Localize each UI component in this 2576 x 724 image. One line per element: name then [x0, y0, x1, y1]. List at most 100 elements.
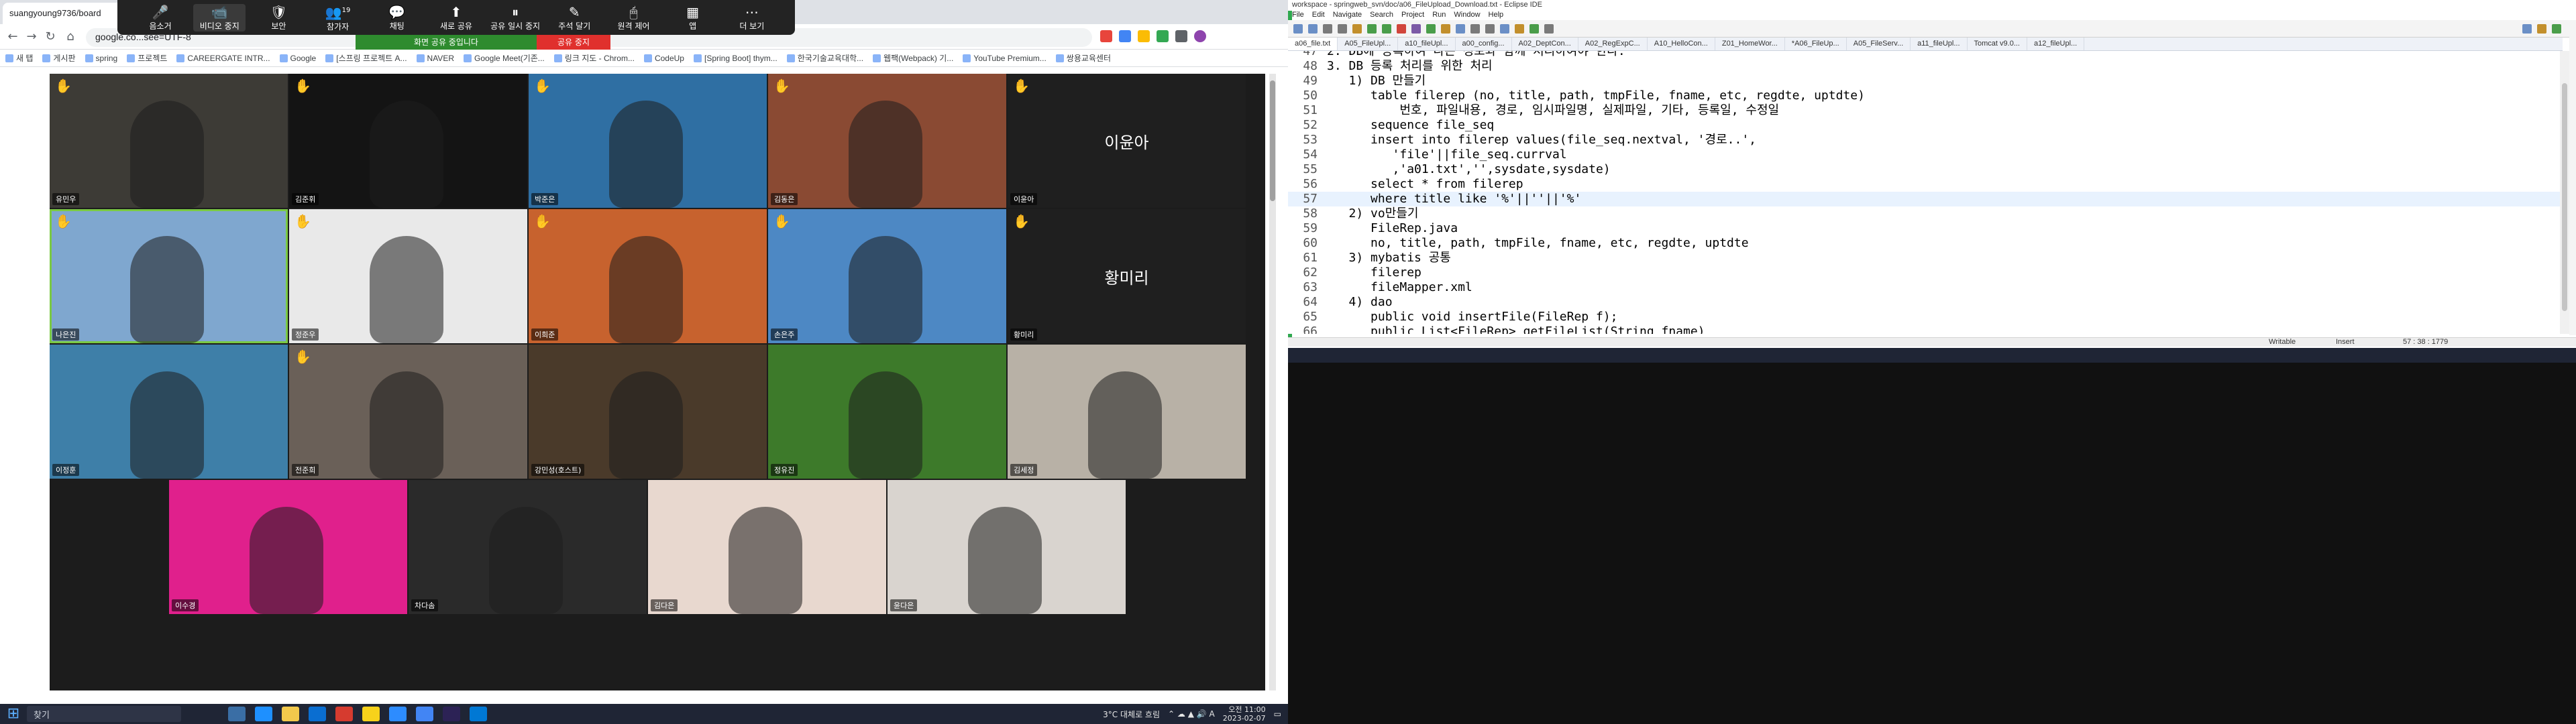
toolbar-icon[interactable]	[1338, 24, 1347, 34]
editor-tab[interactable]: a11_fileUpl...	[1911, 38, 1968, 50]
perspective-icon[interactable]	[2522, 24, 2532, 34]
bookmark-item[interactable]: spring	[85, 52, 117, 64]
bookmark-item[interactable]: CodeUp	[643, 52, 684, 64]
editor-tab[interactable]: Tomcat v9.0...	[1968, 38, 2027, 50]
task-view-icon[interactable]	[228, 707, 246, 721]
bookmark-item[interactable]: [Spring Boot] thym...	[693, 52, 777, 64]
toolbar-icon[interactable]	[1529, 24, 1539, 34]
bookmark-item[interactable]: 웹팩(Webpack) 기...	[873, 52, 953, 64]
stop-share-button[interactable]: 공유 중지	[537, 35, 610, 50]
toolbar-icon[interactable]	[1515, 24, 1524, 34]
bookmark-item[interactable]: 한국기술교육대학...	[786, 52, 863, 64]
store-icon[interactable]	[309, 707, 326, 721]
editor-tab[interactable]: A05_FileServ...	[1847, 38, 1911, 50]
vscode-icon[interactable]	[470, 707, 487, 721]
app-icon[interactable]	[335, 707, 353, 721]
chrome-icon[interactable]	[416, 707, 433, 721]
zoom-participants-button[interactable]: 👥19 참가자	[312, 3, 364, 32]
toolbar-icon[interactable]	[1352, 24, 1362, 34]
participant-tile[interactable]: 강민성(호스트)	[529, 345, 767, 479]
notification-icon[interactable]: ▭	[1274, 709, 1281, 719]
participant-tile[interactable]: 이윤아 ✋ 이윤아	[1008, 74, 1246, 208]
bookmark-item[interactable]: 프로젝트	[127, 52, 167, 64]
participant-tile[interactable]: ✋ 나은진	[50, 209, 288, 343]
editor-tab[interactable]: *A06_FileUp...	[1785, 38, 1847, 50]
toolbar-icon[interactable]	[1500, 24, 1509, 34]
toolbar-icon[interactable]	[1470, 24, 1480, 34]
perspective-icon[interactable]	[2537, 24, 2546, 34]
avatar[interactable]	[1194, 30, 1206, 42]
zoom-mic-button[interactable]: 🎤 음소거	[134, 4, 186, 32]
bookmark-item[interactable]: 쌍용교육센터	[1055, 52, 1111, 64]
editor-tab[interactable]: a06_file.txt	[1288, 38, 1338, 50]
back-icon[interactable]: ←	[5, 29, 20, 44]
participant-tile[interactable]: 차다솜	[409, 480, 647, 614]
editor-tab[interactable]: a12_fileUpl...	[2027, 38, 2085, 50]
scrollbar-thumb[interactable]	[1270, 80, 1275, 201]
participant-tile[interactable]: ✋ 박준은	[529, 74, 767, 208]
extension-icon[interactable]	[1138, 30, 1150, 42]
editor-tab[interactable]: A05_FileUpl...	[1338, 38, 1399, 50]
scrollbar-thumb[interactable]	[2562, 83, 2567, 311]
zoom-shield-button[interactable]: 🛡 보안	[252, 4, 305, 32]
toolbar-icon[interactable]	[1308, 24, 1318, 34]
participant-tile[interactable]: 윤다은	[888, 480, 1126, 614]
participant-tile[interactable]: ✋ 김준휘	[289, 74, 527, 208]
bookmark-item[interactable]: [스프링 프로젝트 A...	[325, 52, 407, 64]
zoom-video-button[interactable]: 📹 비디오 중지	[193, 3, 246, 32]
page-scrollbar[interactable]	[1269, 74, 1276, 690]
bookmark-item[interactable]: Google	[279, 52, 316, 64]
taskbar-search[interactable]: 찾기	[27, 706, 181, 722]
zoom-icon[interactable]	[389, 707, 407, 721]
toolbar-icon[interactable]	[1367, 24, 1377, 34]
bookmark-item[interactable]: NAVER	[416, 52, 454, 64]
taskbar-clock[interactable]: 오전 11:00 2023-02-07	[1223, 705, 1266, 723]
home-icon[interactable]: ⌂	[63, 29, 78, 44]
toolbar-icon[interactable]	[1411, 24, 1421, 34]
eclipse-icon[interactable]	[443, 707, 460, 721]
zoom-pause-button[interactable]: ⏸ 공유 일시 중지	[489, 4, 541, 32]
extension-icon[interactable]	[1157, 30, 1169, 42]
editor-tab[interactable]: A02_DeptCon...	[1512, 38, 1578, 50]
menu-navigate[interactable]: Navigate	[1333, 11, 1362, 20]
zoom-more-button[interactable]: ⋯ 더 보기	[726, 4, 778, 32]
forward-icon[interactable]: →	[24, 29, 39, 44]
toolbar-icon[interactable]	[1441, 24, 1450, 34]
menu-window[interactable]: Window	[1454, 11, 1480, 20]
toolbar-icon[interactable]	[1397, 24, 1406, 34]
participant-tile[interactable]: ✋ 전준희	[289, 345, 527, 479]
editor-tab[interactable]: A10_HelloCon...	[1648, 38, 1715, 50]
zoom-share-button[interactable]: ⬆ 새로 공유	[430, 4, 482, 32]
editor-tab[interactable]: a10_fileUpl...	[1398, 38, 1456, 50]
menu-search[interactable]: Search	[1370, 11, 1393, 20]
participant-tile[interactable]: 이수경	[169, 480, 407, 614]
editor-scrollbar[interactable]	[2560, 51, 2569, 334]
menu-run[interactable]: Run	[1432, 11, 1446, 20]
participant-tile[interactable]: 황미리 ✋ 황미리	[1008, 209, 1246, 343]
participant-tile[interactable]: ✋ 김동은	[768, 74, 1006, 208]
editor-tab[interactable]: a00_config...	[1456, 38, 1512, 50]
windows-start-icon[interactable]: ⊞	[0, 704, 27, 724]
puzzle-icon[interactable]	[1175, 30, 1187, 42]
bookmark-item[interactable]: 링크 지도 - Chrom...	[553, 52, 635, 64]
bookmark-item[interactable]: YouTube Premium...	[963, 52, 1046, 64]
participant-tile[interactable]: 김다은	[648, 480, 886, 614]
participant-tile[interactable]: ✋ 이희준	[529, 209, 767, 343]
extension-icon[interactable]	[1119, 30, 1131, 42]
explorer-icon[interactable]	[282, 707, 299, 721]
extension-icon[interactable]	[1100, 30, 1112, 42]
reload-icon[interactable]: ↻	[43, 29, 58, 44]
menu-file[interactable]: File	[1292, 11, 1304, 20]
zoom-chat-button[interactable]: 💬 채팅	[371, 4, 423, 32]
toolbar-icon[interactable]	[1485, 24, 1495, 34]
toolbar-icon[interactable]	[1323, 24, 1332, 34]
menu-help[interactable]: Help	[1489, 11, 1504, 20]
participant-tile[interactable]: 김세정	[1008, 345, 1246, 479]
toolbar-icon[interactable]	[1426, 24, 1436, 34]
toolbar-icon[interactable]	[1456, 24, 1465, 34]
bookmark-item[interactable]: Google Meet(기존...	[463, 52, 545, 64]
perspective-icon[interactable]	[2552, 24, 2561, 34]
participant-tile[interactable]: ✋ 유민우	[50, 74, 288, 208]
participant-tile[interactable]: 정유진	[768, 345, 1006, 479]
participant-tile[interactable]: ✋ 정준우	[289, 209, 527, 343]
